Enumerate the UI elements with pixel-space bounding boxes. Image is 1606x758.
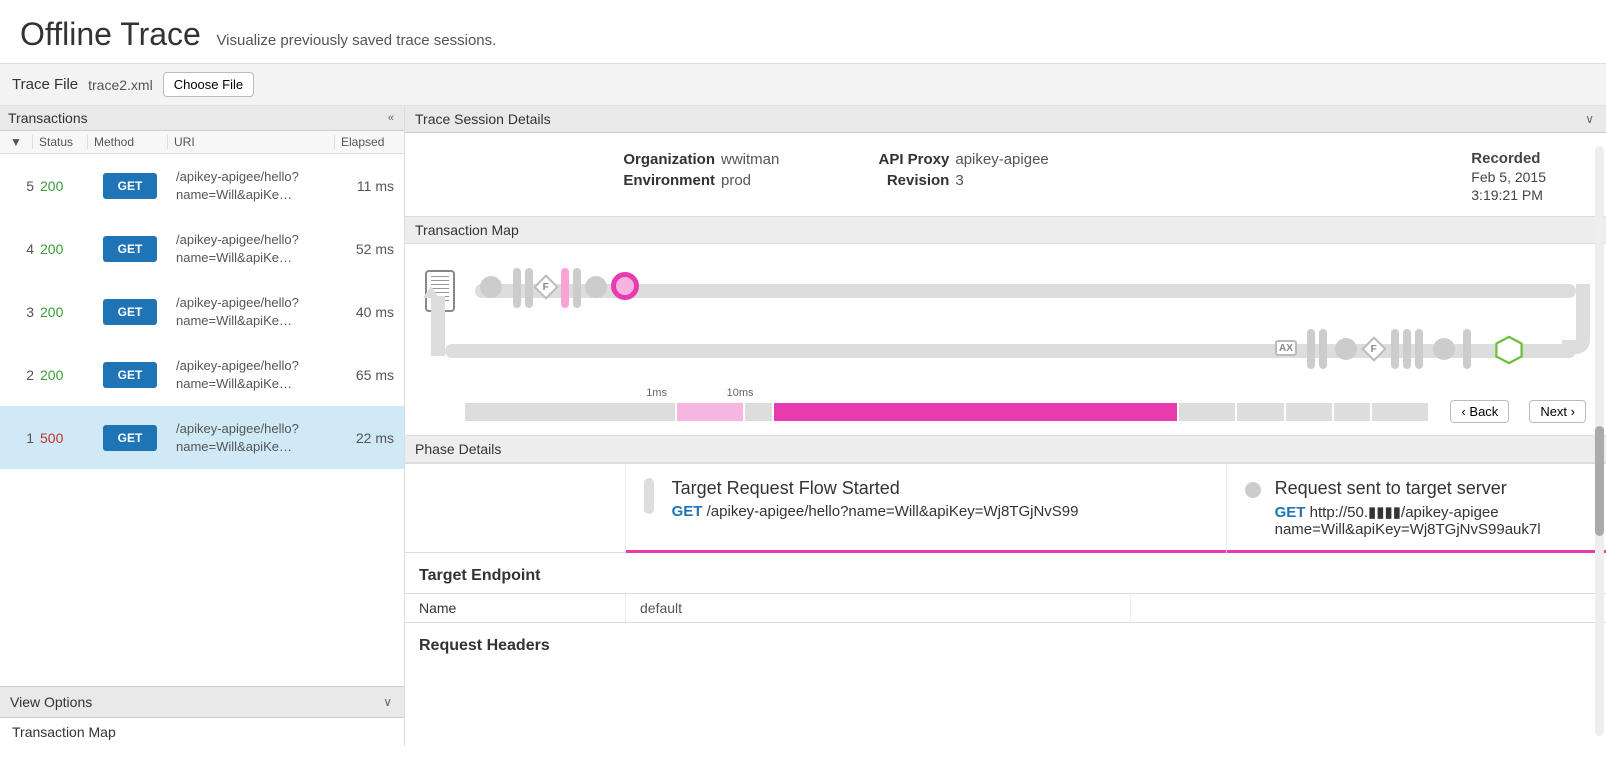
method-badge: GET (103, 173, 158, 199)
tx-uri: /apikey-apigee/hello?name=Will&apiKe… (170, 357, 334, 392)
phase-details-header: Phase Details (405, 435, 1606, 463)
back-button[interactable]: ‹ Back (1450, 400, 1509, 423)
transaction-map-header: Transaction Map (405, 216, 1606, 244)
trace-file-name: trace2.xml (88, 77, 153, 93)
timing-1ms-label: 1ms (646, 387, 667, 399)
page-title: Offline Trace (20, 16, 201, 52)
request-headers-header: Request Headers (405, 622, 1606, 663)
tx-status: 200 (40, 241, 90, 257)
transaction-row[interactable]: 5200 GET/apikey-apigee/hello?name=Will&ap… (0, 154, 404, 217)
flow-bar[interactable] (525, 268, 533, 308)
chevron-down-icon[interactable]: ∨ (381, 693, 394, 711)
tx-status: 200 (40, 304, 90, 320)
meta-env-value: prod (721, 172, 751, 189)
tx-index: 2 (0, 367, 40, 383)
flow-bar[interactable] (1463, 329, 1471, 369)
tx-status: 500 (40, 430, 90, 446)
view-options-header[interactable]: View Options (10, 694, 92, 710)
transaction-row[interactable]: 4200 GET/apikey-apigee/hello?name=Will&ap… (0, 217, 404, 280)
recorded-time: 3:19:21 PM (1471, 186, 1546, 204)
method-badge: GET (103, 425, 158, 451)
meta-org-value: wwitman (721, 151, 779, 168)
next-button[interactable]: Next › (1529, 400, 1586, 423)
phase-right-verb: GET (1275, 504, 1306, 521)
page-subtitle: Visualize previously saved trace session… (216, 32, 496, 49)
flow-bar[interactable] (1391, 329, 1399, 369)
tx-elapsed: 40 ms (334, 304, 404, 320)
tx-index: 1 (0, 430, 40, 446)
tx-elapsed: 11 ms (334, 178, 404, 194)
transaction-row[interactable]: 3200 GET/apikey-apigee/hello?name=Will&ap… (0, 280, 404, 343)
phase-sent-icon (1245, 482, 1261, 498)
meta-rev-label: Revision (839, 172, 949, 189)
view-option-transaction-map[interactable]: Transaction Map (12, 724, 392, 740)
tx-index: 4 (0, 241, 40, 257)
flow-bar[interactable] (573, 268, 581, 308)
tx-uri: /apikey-apigee/hello?name=Will&apiKe… (170, 168, 334, 203)
timing-10ms-label: 10ms (727, 387, 754, 399)
te-name-label: Name (405, 594, 625, 622)
flow-bar[interactable] (513, 268, 521, 308)
tx-elapsed: 65 ms (334, 367, 404, 383)
transaction-map[interactable]: F AX F (405, 244, 1606, 394)
recorded-date: Feb 5, 2015 (1471, 168, 1546, 186)
tx-uri: /apikey-apigee/hello?name=Will&apiKe… (170, 420, 334, 455)
transaction-row[interactable]: 2200 GET/apikey-apigee/hello?name=Will&ap… (0, 343, 404, 406)
phase-left[interactable]: Target Request Flow Started GET /apikey-… (625, 464, 1226, 552)
sort-toggle-icon[interactable]: ▼ (0, 135, 32, 149)
flow-step-selected[interactable] (611, 272, 639, 300)
tx-uri: /apikey-apigee/hello?name=Will&apiKe… (170, 294, 334, 329)
meta-proxy-value: apikey-apigee (955, 151, 1048, 168)
target-node-icon[interactable] (1495, 334, 1523, 366)
tx-index: 5 (0, 178, 40, 194)
recorded-label: Recorded (1471, 149, 1546, 168)
tx-status: 200 (40, 367, 90, 383)
timing-bar[interactable] (465, 403, 1430, 421)
phase-left-title: Target Request Flow Started (672, 478, 1079, 499)
col-uri[interactable]: URI (167, 135, 334, 149)
flow-step-node[interactable] (1335, 338, 1357, 360)
phase-right-title: Request sent to target server (1275, 478, 1582, 499)
transaction-row[interactable]: 1500 GET/apikey-apigee/hello?name=Will&ap… (0, 406, 404, 469)
phase-right[interactable]: Request sent to target server GET http:/… (1226, 464, 1606, 552)
flow-bar-active[interactable] (561, 268, 569, 308)
tx-uri: /apikey-apigee/hello?name=Will&apiKe… (170, 231, 334, 266)
flow-step-node[interactable] (585, 276, 607, 298)
flow-step-node[interactable] (1433, 338, 1455, 360)
choose-file-button[interactable]: Choose File (163, 72, 254, 97)
col-status[interactable]: Status (32, 135, 87, 149)
flow-ax-icon[interactable]: AX (1275, 340, 1297, 356)
te-name-value: default (625, 594, 1130, 622)
phase-left-verb: GET (672, 503, 703, 520)
scrollbar[interactable] (1595, 146, 1604, 736)
meta-proxy-label: API Proxy (839, 151, 949, 168)
meta-org-label: Organization (605, 151, 715, 168)
col-method[interactable]: Method (87, 135, 167, 149)
tx-elapsed: 52 ms (334, 241, 404, 257)
phase-left-path: /apikey-apigee/hello?name=Will&apiKey=Wj… (707, 503, 1079, 520)
flow-bar[interactable] (1403, 329, 1411, 369)
flow-bar[interactable] (1415, 329, 1423, 369)
tx-index: 3 (0, 304, 40, 320)
transactions-header: Transactions (8, 110, 88, 126)
collapse-left-icon[interactable]: « (386, 110, 396, 126)
expand-details-icon[interactable]: ∨ (1583, 110, 1596, 128)
phase-start-icon (644, 478, 654, 514)
trace-file-label: Trace File (12, 76, 78, 93)
tx-elapsed: 22 ms (334, 430, 404, 446)
method-badge: GET (103, 236, 158, 262)
method-badge: GET (103, 299, 158, 325)
target-endpoint-header: Target Endpoint (405, 552, 1606, 593)
meta-rev-value: 3 (955, 172, 963, 189)
flow-bar[interactable] (1307, 329, 1315, 369)
phase-right-path: http://50.▮▮▮▮/apikey-apigee name=Will&a… (1275, 504, 1541, 538)
method-badge: GET (103, 362, 158, 388)
flow-step-node[interactable] (480, 276, 502, 298)
trace-session-details-header: Trace Session Details (415, 111, 551, 127)
flow-bar[interactable] (1319, 329, 1327, 369)
col-elapsed[interactable]: Elapsed (334, 135, 404, 149)
meta-env-label: Environment (605, 172, 715, 189)
tx-status: 200 (40, 178, 90, 194)
